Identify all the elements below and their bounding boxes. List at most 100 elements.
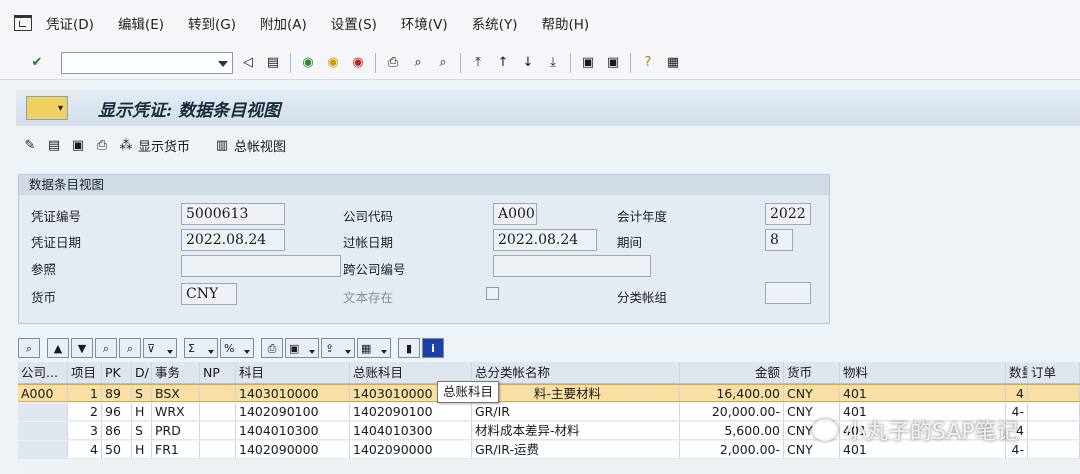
sort-ascending-icon[interactable]: ▲: [47, 338, 69, 358]
column-tooltip: 总账科目: [437, 381, 500, 403]
column-header-np[interactable]: NP: [200, 362, 236, 383]
currency-label: 货币: [31, 290, 57, 305]
next-page-icon[interactable]: ↓: [518, 53, 538, 73]
menu-goto[interactable]: 转到(G): [188, 13, 236, 33]
reference-label: 参照: [31, 262, 57, 277]
export-icon[interactable]: ⇪: [321, 338, 355, 358]
other-document-icon[interactable]: ▤: [44, 135, 64, 155]
toolbar-divider: [375, 52, 376, 73]
find-icon[interactable]: ⌕: [95, 338, 117, 358]
exit-icon[interactable]: ◉: [323, 53, 343, 73]
sort-descending-icon[interactable]: ▼: [71, 338, 93, 358]
layout-menu-icon[interactable]: ▦: [663, 53, 683, 73]
view-icon[interactable]: ▣: [285, 338, 319, 358]
document-number-field[interactable]: 5000613: [181, 203, 285, 225]
print-preview-icon[interactable]: ⎙: [92, 135, 112, 155]
menu-system[interactable]: 系统(Y): [472, 13, 518, 33]
column-header-amount[interactable]: 金额: [680, 362, 784, 383]
amount-cell: 5,600.00: [680, 422, 784, 439]
menu-settings[interactable]: 设置(S): [331, 13, 377, 33]
data-entry-view-group: 数据条目视图 凭证编号 5000613 公司代码 A000 会计年度 2022 …: [18, 174, 830, 324]
menu-edit[interactable]: 编辑(E): [118, 13, 164, 33]
watermark-text: 小丸子的SAP笔记: [844, 420, 1019, 445]
column-header-dc[interactable]: D/: [132, 362, 152, 383]
menu-document[interactable]: 凭证(D): [46, 13, 94, 33]
table-row[interactable]: A000 1 89 S BSX 1403010000 1403010000 料-…: [18, 384, 1080, 402]
find-next-icon[interactable]: ⌕: [119, 338, 141, 358]
help-icon[interactable]: ?: [638, 53, 658, 73]
column-header-transaction[interactable]: 事务: [152, 362, 200, 383]
menu-environment[interactable]: 环境(V): [401, 13, 448, 33]
period-label: 期间: [617, 235, 643, 250]
application-toolbar: ✎ ▤ ▣ ⎙ ⁂ 显示货币 ▥ 总帐视图: [20, 132, 308, 158]
document-number-label: 凭证编号: [31, 209, 82, 224]
display-currency-button[interactable]: ⁂ 显示货币: [116, 135, 191, 155]
column-header-account[interactable]: 科目: [236, 362, 350, 383]
back-triangle-icon[interactable]: ◁: [238, 53, 258, 73]
item-cell: 3: [68, 422, 102, 439]
find-icon[interactable]: ⌕: [408, 53, 428, 73]
subtotal-icon[interactable]: %: [220, 338, 254, 358]
column-header-company[interactable]: 公司...: [18, 362, 68, 383]
column-header-quantity[interactable]: 数量: [1006, 362, 1028, 383]
last-page-icon[interactable]: ⤓: [543, 53, 563, 73]
back-icon[interactable]: ◉: [298, 53, 318, 73]
new-session-icon[interactable]: ▣: [578, 53, 598, 73]
company-code-field[interactable]: A000: [493, 203, 537, 225]
command-field[interactable]: [61, 51, 233, 74]
cross-company-field[interactable]: [493, 255, 651, 277]
np-cell: [200, 403, 236, 420]
np-cell: [200, 422, 236, 439]
menu-help[interactable]: 帮助(H): [541, 13, 589, 33]
gl-name-cell: 材料成本差异-材料: [472, 422, 680, 439]
save-icon[interactable]: ▤: [263, 53, 283, 73]
graphic-icon[interactable]: ▮: [398, 338, 420, 358]
menu-extras[interactable]: 附加(A): [260, 13, 307, 33]
reference-field[interactable]: [181, 255, 341, 277]
item-cell: 2: [68, 403, 102, 420]
column-header-material[interactable]: 物料: [840, 362, 1006, 383]
posting-date-field[interactable]: 2022.08.24: [493, 229, 597, 251]
info-icon[interactable]: i: [422, 338, 444, 358]
print-icon[interactable]: ⎙: [261, 338, 283, 358]
shortcut-icon[interactable]: ▣: [603, 53, 623, 73]
text-exists-checkbox[interactable]: [486, 287, 499, 300]
display-change-icon[interactable]: ✎: [20, 135, 40, 155]
gl-account-cell: 1402090000: [350, 441, 472, 458]
filter-icon[interactable]: ⊽: [143, 338, 177, 358]
layout-icon[interactable]: ▦: [357, 338, 391, 358]
details-icon[interactable]: ⌕: [18, 338, 40, 358]
dc-cell: H: [132, 403, 152, 420]
fiscal-year-field[interactable]: 2022: [765, 203, 811, 225]
pk-cell: 86: [102, 422, 132, 439]
document-menu-icon[interactable]: ▾: [26, 96, 68, 120]
print-icon[interactable]: ⎙: [383, 53, 403, 73]
cancel-icon[interactable]: ◉: [348, 53, 368, 73]
first-page-icon[interactable]: ⤒: [468, 53, 488, 73]
app-menu-icon[interactable]: [14, 15, 32, 31]
column-header-gl-account[interactable]: 总账科目: [350, 362, 472, 383]
column-header-item[interactable]: 项目: [68, 362, 102, 383]
gl-name-cell: 料-主要材料: [472, 385, 680, 401]
toolbar-divider: [570, 52, 571, 73]
general-ledger-view-button[interactable]: ▥ 总帐视图: [212, 135, 286, 155]
column-header-currency[interactable]: 货币: [784, 362, 840, 383]
overview-icon[interactable]: ▣: [68, 135, 88, 155]
document-date-field[interactable]: 2022.08.24: [181, 229, 285, 251]
enter-check-icon[interactable]: ✔: [27, 53, 47, 73]
find-next-icon[interactable]: ⌕: [433, 53, 453, 73]
chevron-down-icon[interactable]: [218, 60, 228, 67]
period-field[interactable]: 8: [765, 229, 793, 251]
column-header-gl-name[interactable]: 总分类帐名称: [472, 362, 680, 383]
gl-account-cell: 1404010300: [350, 422, 472, 439]
sum-icon[interactable]: Σ: [184, 338, 218, 358]
previous-page-icon[interactable]: ↑: [493, 53, 513, 73]
column-header-pk[interactable]: PK: [102, 362, 132, 383]
amount-cell: 2,000.00-: [680, 441, 784, 458]
column-header-order[interactable]: 订单: [1028, 362, 1080, 383]
transaction-cell: WRX: [152, 403, 200, 420]
display-currency-label: 显示货币: [138, 139, 191, 155]
amount-cell: 20,000.00-: [680, 403, 784, 420]
ledger-group-field[interactable]: [765, 282, 811, 304]
currency-field[interactable]: CNY: [181, 283, 237, 305]
